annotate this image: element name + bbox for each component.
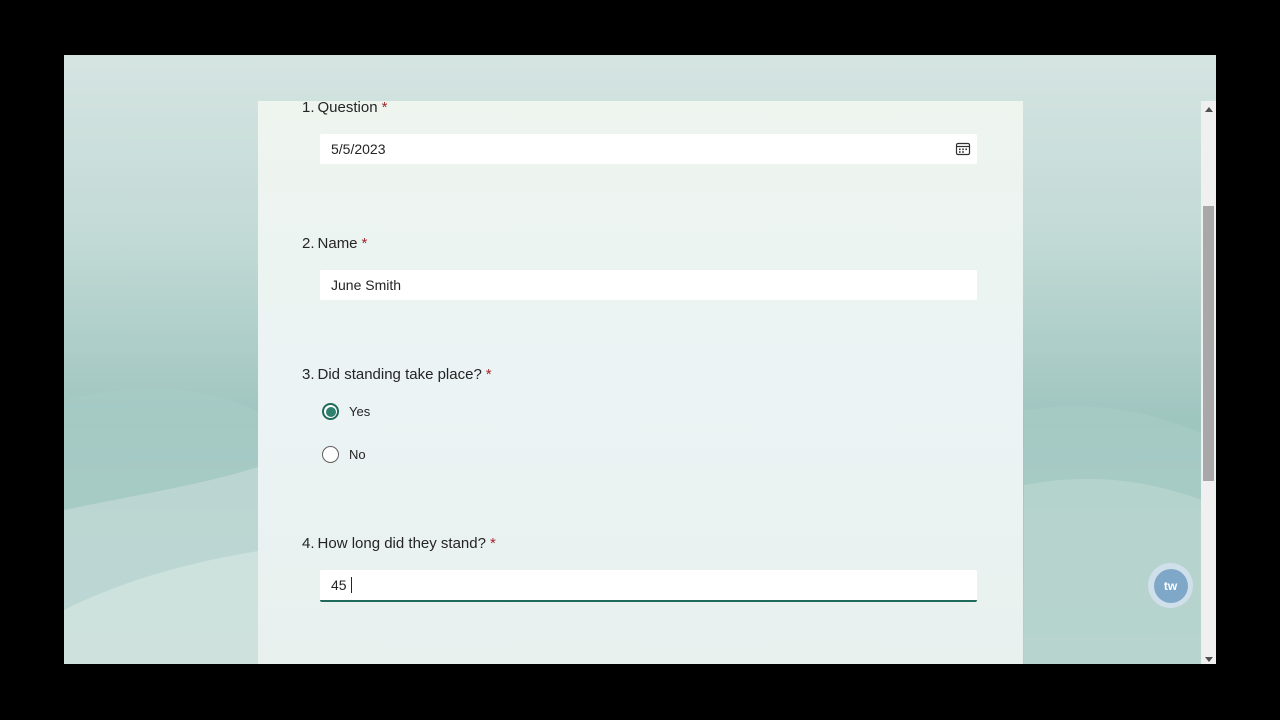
scroll-up-arrow-icon[interactable] bbox=[1205, 107, 1213, 112]
question-1-number: 1. bbox=[302, 99, 315, 116]
name-value: June Smith bbox=[331, 277, 402, 293]
question-1-label: Question bbox=[317, 99, 378, 116]
form-card: 1. Question * 5/5/2023 2. Name * June Smi bbox=[258, 99, 1023, 664]
question-2-label: Name bbox=[317, 235, 358, 252]
chat-bot-button[interactable]: tw bbox=[1148, 563, 1193, 608]
question-1-title: 1. Question * bbox=[302, 99, 387, 116]
scroll-thumb[interactable] bbox=[1203, 206, 1214, 481]
calendar-icon[interactable] bbox=[953, 139, 973, 159]
radio-button-checked[interactable] bbox=[322, 403, 339, 420]
chat-bot-label: tw bbox=[1163, 578, 1178, 593]
required-mark: * bbox=[361, 235, 368, 252]
question-3-number: 3. bbox=[302, 366, 315, 383]
vertical-scrollbar[interactable] bbox=[1201, 101, 1216, 664]
radio-option-no[interactable]: No bbox=[322, 446, 366, 463]
required-mark: * bbox=[485, 366, 492, 383]
date-value: 5/5/2023 bbox=[331, 141, 386, 157]
browser-viewport: 1. Question * 5/5/2023 2. Name * June Smi bbox=[64, 55, 1216, 664]
question-4-number: 4. bbox=[302, 535, 315, 552]
name-input[interactable]: June Smith bbox=[320, 270, 977, 300]
question-4-label: How long did they stand? bbox=[317, 535, 486, 552]
question-2-title: 2. Name * bbox=[302, 235, 367, 252]
radio-label-yes: Yes bbox=[349, 404, 371, 419]
question-3-title: 3. Did standing take place? * bbox=[302, 366, 492, 383]
radio-option-yes[interactable]: Yes bbox=[322, 403, 370, 420]
scroll-down-arrow-icon[interactable] bbox=[1205, 657, 1213, 662]
required-mark: * bbox=[381, 99, 388, 116]
question-4-title: 4. How long did they stand? * bbox=[302, 535, 496, 552]
text-caret bbox=[350, 577, 352, 593]
duration-input[interactable]: 45 bbox=[320, 570, 977, 602]
question-2-number: 2. bbox=[302, 235, 315, 252]
date-input[interactable]: 5/5/2023 bbox=[320, 134, 977, 164]
radio-button[interactable] bbox=[322, 446, 339, 463]
chat-bot-icon: tw bbox=[1153, 568, 1188, 603]
radio-label-no: No bbox=[349, 447, 366, 462]
question-3-label: Did standing take place? bbox=[317, 366, 482, 383]
duration-value: 45 bbox=[331, 577, 347, 593]
required-mark: * bbox=[489, 535, 496, 552]
